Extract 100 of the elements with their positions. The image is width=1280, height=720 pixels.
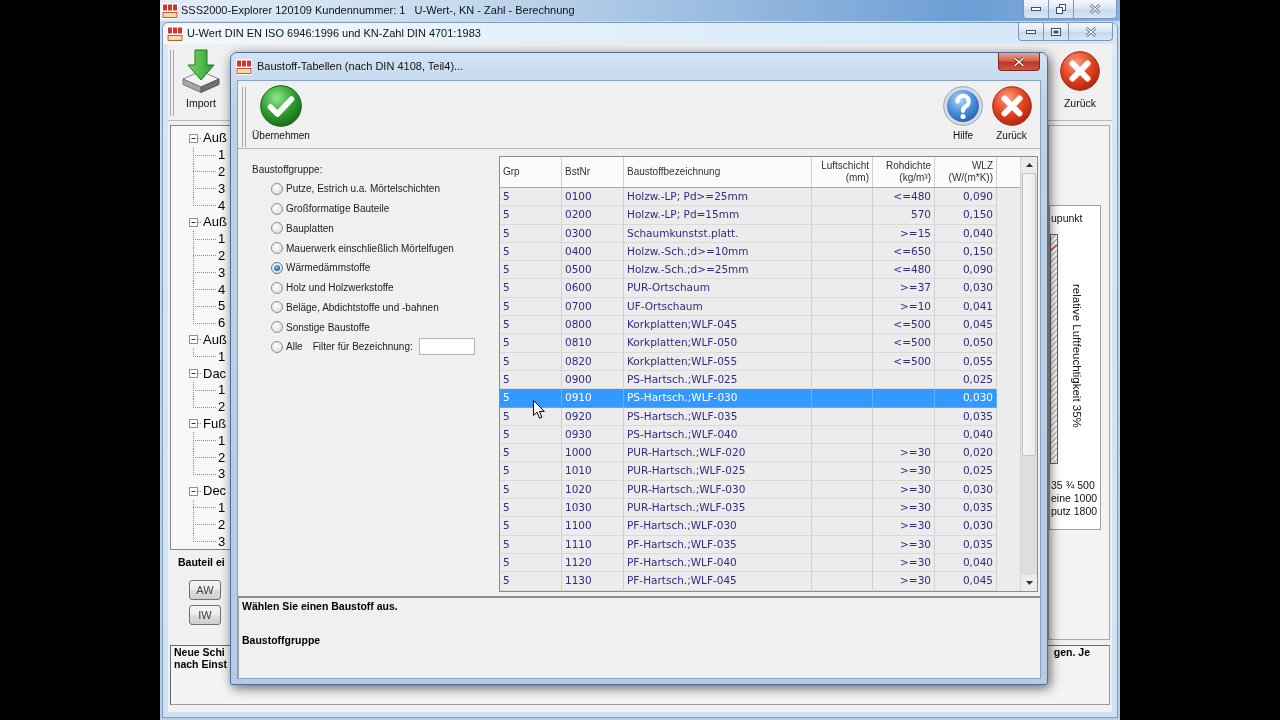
minimize-button[interactable]: [1018, 23, 1044, 41]
tree-item[interactable]: Auß: [203, 130, 227, 147]
table-cell: 5: [500, 279, 562, 298]
maximize-button[interactable]: [1044, 23, 1069, 41]
table-row[interactable]: 5 1130 PF-Hartsch.;WLF-045 >=30 0,045: [500, 572, 997, 591]
tree-item[interactable]: 1: [218, 348, 226, 365]
check-circle-icon: [260, 85, 302, 127]
table-cell: 0,150: [935, 206, 997, 225]
column-header: BstNr: [562, 157, 624, 187]
table-row[interactable]: 5 0800 Korkplatten;WLF-045 <=500 0,045: [500, 316, 997, 335]
radio-option[interactable]: Holz und Holzwerkstoffe: [271, 281, 394, 294]
tree-item[interactable]: Dec: [203, 483, 227, 500]
axis-label: relative Luftfeuchtigkeit 35%: [1070, 284, 1084, 428]
tree-item[interactable]: 1: [218, 382, 226, 399]
collapse-icon[interactable]: [189, 133, 202, 143]
tree-item[interactable]: Auß: [203, 331, 227, 348]
column-header: Baustoffbezeichnung: [624, 157, 812, 187]
arrow-into-tray-icon: [181, 49, 221, 93]
tree-item[interactable]: 3: [218, 180, 226, 197]
x-circle-icon: [1060, 51, 1100, 91]
tree-item[interactable]: Dac: [203, 365, 227, 382]
tree-item[interactable]: 2: [218, 516, 226, 533]
radio-option[interactable]: Bauplatten: [271, 222, 334, 235]
scrollbar-thumb[interactable]: [1022, 173, 1036, 456]
import-button[interactable]: Import: [178, 48, 224, 109]
tree-item[interactable]: 3: [218, 466, 226, 483]
radio-option[interactable]: Mauerwerk einschließlich Mörtelfugen: [271, 242, 454, 255]
table-row[interactable]: 5 0200 Holzw.-LP; Pd=15mm 570 0,150: [500, 206, 997, 225]
radio-option[interactable]: Beläge, Abdichtstoffe und -bahnen: [271, 301, 439, 314]
table-row[interactable]: 5 0100 Holzw.-LP; Pd>=25mm <=480 0,090: [500, 188, 997, 207]
table-cell: Korkplatten;WLF-055: [624, 352, 812, 371]
table-row[interactable]: 5 0600 PUR-Ortschaum >=37 0,030: [500, 279, 997, 298]
table-cell: Korkplatten;WLF-050: [624, 334, 812, 353]
table-cell: PS-Hartsch.;WLF-030: [624, 389, 812, 408]
grip-handle-icon[interactable]: [170, 50, 174, 116]
table-cell: 5: [500, 206, 562, 225]
scroll-down-icon: [1025, 581, 1033, 585]
back-button[interactable]: Zurück: [988, 85, 1035, 142]
table-row[interactable]: 5 1100 PF-Hartsch.;WLF-030 >=30 0,030: [500, 517, 997, 536]
table-cell: Holzw.-LP; Pd=15mm: [624, 206, 812, 225]
tree-item[interactable]: 1: [218, 147, 226, 164]
radio-option[interactable]: Sonstige Baustoffe: [271, 321, 370, 334]
collapse-icon[interactable]: [189, 335, 202, 345]
table-row[interactable]: 5 1010 PUR-Hartsch.;WLF-025 >=30 0,025: [500, 462, 997, 481]
tree-item[interactable]: 5: [218, 298, 226, 315]
filter-input[interactable]: [418, 338, 475, 356]
tree-item[interactable]: 4: [218, 281, 226, 298]
help-icon: [943, 86, 983, 126]
app-logo-icon: [236, 58, 252, 75]
tree-item[interactable]: 3: [218, 533, 226, 549]
tree-item[interactable]: 2: [218, 164, 226, 180]
table-cell: >=30: [873, 517, 935, 536]
tree-item[interactable]: Fuß: [203, 415, 227, 432]
tree-item[interactable]: 2: [218, 399, 226, 416]
radio-option[interactable]: Großformatige Bauteile: [271, 202, 390, 215]
minimize-icon: [1026, 29, 1036, 34]
table-row[interactable]: 5 1030 PUR-Hartsch.;WLF-035 >=30 0,035: [500, 499, 997, 518]
table-cell: 570: [873, 206, 935, 225]
tree-item[interactable]: 1: [218, 231, 226, 248]
table-cell: 5: [500, 334, 562, 353]
table-cell: >=15: [873, 224, 935, 243]
scroll-up-button[interactable]: [1021, 157, 1037, 173]
table-cell: 0,030: [935, 279, 997, 298]
collapse-icon[interactable]: [189, 419, 202, 429]
scroll-down-button[interactable]: [1021, 575, 1037, 591]
tree-item[interactable]: Auß: [203, 214, 227, 231]
accept-button[interactable]: Übernehmen: [250, 85, 312, 142]
table-cell: 0,030: [935, 517, 997, 536]
app-logo-icon: [162, 2, 178, 19]
back-button[interactable]: Zurück: [1055, 48, 1105, 109]
collapse-icon[interactable]: [189, 217, 202, 227]
collapse-icon[interactable]: [189, 486, 202, 496]
table-row[interactable]: 5 0810 Korkplatten;WLF-050 <=500 0,050: [500, 334, 997, 353]
tree-item[interactable]: 6: [218, 315, 226, 332]
window-title: U-Wert DIN EN ISO 6946:1996 und KN-Zahl DIN 4701:1983: [187, 26, 481, 41]
tree-item[interactable]: 4: [218, 197, 226, 214]
message-text: gen. Je: [1053, 646, 1090, 658]
restore-button[interactable]: [1049, 0, 1074, 19]
help-button[interactable]: Hilfe: [940, 85, 986, 142]
message-text: Neue Schi: [174, 646, 226, 658]
grip-handle-icon[interactable]: [242, 87, 246, 147]
tree-item[interactable]: 1: [218, 499, 226, 516]
component-button[interactable]: AW: [189, 580, 221, 600]
section-label: Bauteil ei: [177, 556, 226, 569]
radio-option[interactable]: Wärmedämmstoffe: [271, 261, 371, 274]
tree-item[interactable]: 2: [218, 449, 226, 466]
table-row[interactable]: 5 0500 Holzw.-Sch.;d>=25mm <=480 0,090: [500, 261, 997, 280]
tree-item[interactable]: 1: [218, 432, 226, 449]
scrollbar[interactable]: [1020, 157, 1037, 591]
tree-item[interactable]: 3: [218, 264, 226, 281]
tree-item[interactable]: 2: [218, 247, 226, 264]
component-button[interactable]: IW: [189, 605, 221, 625]
collapse-icon[interactable]: [189, 369, 202, 379]
table-row[interactable]: 5 1000 PUR-Hartsch.;WLF-020 >=30 0,020: [500, 444, 997, 463]
close-button[interactable]: [1069, 23, 1113, 41]
radio-option[interactable]: Putze, Estrich u.a. Mörtelschichten: [271, 182, 440, 195]
close-button[interactable]: [1074, 0, 1117, 19]
close-button[interactable]: [998, 53, 1040, 71]
radio-option[interactable]: Alle: [271, 340, 303, 353]
minimize-button[interactable]: [1023, 0, 1049, 19]
